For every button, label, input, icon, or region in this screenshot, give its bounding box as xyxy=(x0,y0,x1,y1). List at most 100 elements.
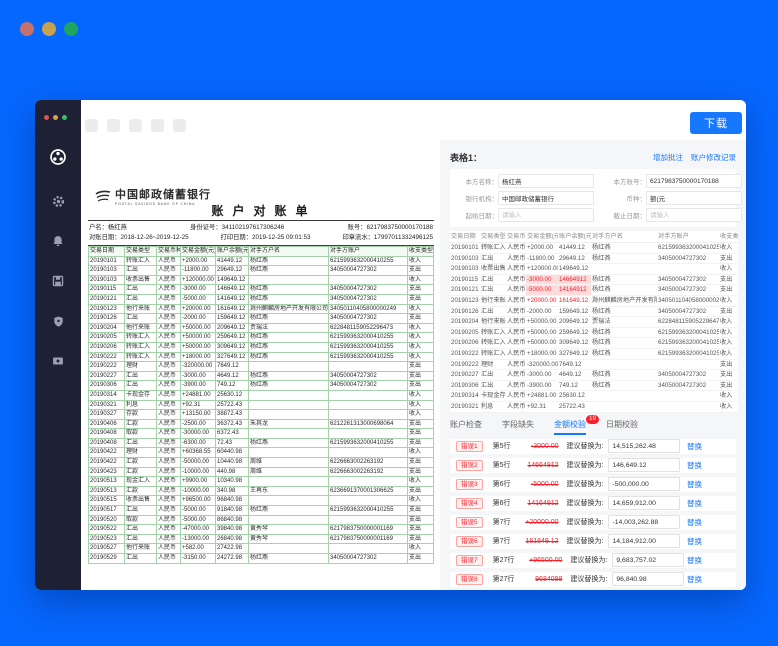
extracted-cell: 20190115 xyxy=(450,274,480,286)
extracted-cell: +50000.00 xyxy=(526,316,558,328)
print-date: 打印日期：2019-12-25 09:01:53 xyxy=(220,234,311,241)
banknote-icon[interactable] xyxy=(49,352,67,370)
shield-icon[interactable] xyxy=(49,312,67,330)
statement-cell: -10000.00 xyxy=(180,485,216,497)
maximize-window-icon[interactable] xyxy=(64,22,78,36)
error-replace-link[interactable]: 替换 xyxy=(687,498,702,509)
statement-row: 20190115 汇出 人民币 -3000.00 146649.12 杨红燕 3405000… xyxy=(88,284,434,295)
error-suggest-input[interactable] xyxy=(608,477,681,491)
error-tag-badge: 错误7 xyxy=(456,554,483,566)
error-replace-link[interactable]: 替换 xyxy=(687,555,702,566)
statement-cell: 汇款 xyxy=(124,418,157,430)
statement-cell: 34050004727302 xyxy=(328,313,408,324)
extracted-row: 20190227 汇出 人民币 -3000.00 4649.12 杨红燕 340500047… xyxy=(450,369,738,381)
bank-name: 中国邮政储蓄银行 xyxy=(115,189,211,201)
extracted-cell: 25630.12 xyxy=(558,390,591,402)
settings-gear-icon[interactable] xyxy=(49,192,67,210)
own-account-input[interactable] xyxy=(646,174,742,188)
error-replace-link[interactable]: 替换 xyxy=(687,536,702,547)
error-replace-link[interactable]: 替换 xyxy=(687,460,702,471)
tab-account-check[interactable]: 账户检查 xyxy=(450,419,482,433)
statement-cell: 支出 xyxy=(407,293,434,305)
error-replace-link[interactable]: 替换 xyxy=(687,517,702,528)
error-replace-link[interactable]: 替换 xyxy=(687,441,702,452)
statement-cell: 人民币 xyxy=(156,380,181,391)
currency-input[interactable] xyxy=(646,191,742,205)
error-suggest-label: 建议替换为: xyxy=(566,538,604,545)
statement-cell: 收入 xyxy=(407,351,434,363)
extracted-cell: 杨红燕 xyxy=(591,348,657,360)
extracted-cell: 34050110405800000249 xyxy=(657,295,719,307)
statement-cell: 20190115 xyxy=(88,284,125,295)
statement-cell: 20190513 xyxy=(88,476,125,487)
app-close-icon[interactable] xyxy=(44,115,49,120)
statement-cell: 杨红燕 xyxy=(248,437,329,449)
statement-cell xyxy=(248,543,329,554)
own-account-label: 本方账号： xyxy=(613,179,647,186)
error-suggest-input[interactable] xyxy=(612,572,685,586)
tab-missing-fields[interactable]: 字段缺失 xyxy=(502,419,534,433)
statement-column-header: 收支类型 xyxy=(407,246,434,257)
end-date-input[interactable] xyxy=(646,208,742,222)
tab-date-validation[interactable]: 日期校验 xyxy=(606,419,638,433)
error-old-value: 9684098 xyxy=(535,575,563,583)
statement-cell: 支出 xyxy=(407,428,434,439)
app-minimize-icon[interactable] xyxy=(53,115,58,120)
extracted-row: 20190103 汇出 人民币 -11800.00 29649.12 杨红燕 3405000… xyxy=(450,253,738,265)
extracted-cell: -320000.00 xyxy=(526,359,558,371)
statement-row: 20190101 转账汇入 人民币 +2000.00 41449.12 杨红燕 621599… xyxy=(88,255,434,267)
account-edit-history-link[interactable]: 账户修改记录 xyxy=(691,152,736,163)
extracted-cell: 杨红燕 xyxy=(591,274,657,286)
own-name-input[interactable] xyxy=(498,174,594,188)
close-window-icon[interactable] xyxy=(20,22,34,36)
extracted-row: 20190123 他行来账 人民币 +20000.00 161649.12 滁州麒麟房地产… xyxy=(450,295,738,307)
extracted-cell: +92.31 xyxy=(526,401,558,413)
extracted-cell: 6215993632000410255 xyxy=(657,348,719,360)
statement-cell: 34050004727302 xyxy=(328,265,408,276)
error-suggest-input[interactable] xyxy=(608,458,681,472)
error-replace-link[interactable]: 替换 xyxy=(687,479,702,490)
extracted-cell: 支出 xyxy=(719,284,738,296)
error-suggest-input[interactable] xyxy=(608,515,681,529)
extracted-cell: 34050004727302 xyxy=(657,274,719,286)
save-disk-icon[interactable] xyxy=(49,272,67,290)
bell-icon[interactable] xyxy=(49,232,67,250)
error-suggest-input[interactable] xyxy=(612,553,685,567)
extracted-cell: 转账汇入 xyxy=(480,337,506,349)
statement-cell: 杨红燕 xyxy=(248,351,329,363)
statement-cell: 人民币 xyxy=(156,351,181,363)
extracted-column-header: 对手方账户 xyxy=(657,231,719,243)
statement-cell: 34050004727302 xyxy=(328,293,408,305)
statement-cell: 收入 xyxy=(407,495,434,507)
error-replace-link[interactable]: 替换 xyxy=(687,574,702,585)
statement-cell: 34050110405800000249 xyxy=(328,303,408,315)
statement-cell: 人民币 xyxy=(156,313,181,324)
error-row-ref: 第6行 xyxy=(492,481,511,488)
error-row-ref: 第5行 xyxy=(492,443,511,450)
bank-org-input[interactable] xyxy=(498,191,594,205)
extracted-cell: +18000.00 xyxy=(526,348,558,360)
extracted-cell: 汇出 xyxy=(480,306,506,318)
error-suggest-input[interactable] xyxy=(608,496,681,510)
tab-amount-validation[interactable]: 金额校验 19 xyxy=(554,414,599,435)
download-button[interactable]: 下载 xyxy=(690,112,742,134)
start-date-input[interactable] xyxy=(498,208,594,222)
statement-cell: 现金汇入 xyxy=(124,476,157,487)
extracted-cell: 20190121 xyxy=(450,284,480,296)
error-suggest-input[interactable] xyxy=(608,439,681,453)
minimize-window-icon[interactable] xyxy=(42,22,56,36)
statement-cell: 杨红燕 xyxy=(248,255,329,267)
statement-cell: 收入 xyxy=(407,303,434,315)
statement-cell: 人民币 xyxy=(156,361,181,372)
statement-cell: 20190515 xyxy=(88,495,125,507)
statement-cell: 20190422 xyxy=(88,447,125,459)
app-maximize-icon[interactable] xyxy=(62,115,67,120)
statement-cell: 4649.12 xyxy=(215,370,249,382)
statement-column-header: 账户余额(元) xyxy=(215,246,249,257)
extracted-cell: 人民币 xyxy=(506,380,526,392)
extracted-cell: 14664912 xyxy=(558,274,591,286)
error-suggest-input[interactable] xyxy=(608,534,681,548)
statement-cell: 人民币 xyxy=(156,428,181,439)
add-annotation-link[interactable]: 增加批注 xyxy=(653,152,683,163)
statement-cell: 人民币 xyxy=(156,543,181,554)
